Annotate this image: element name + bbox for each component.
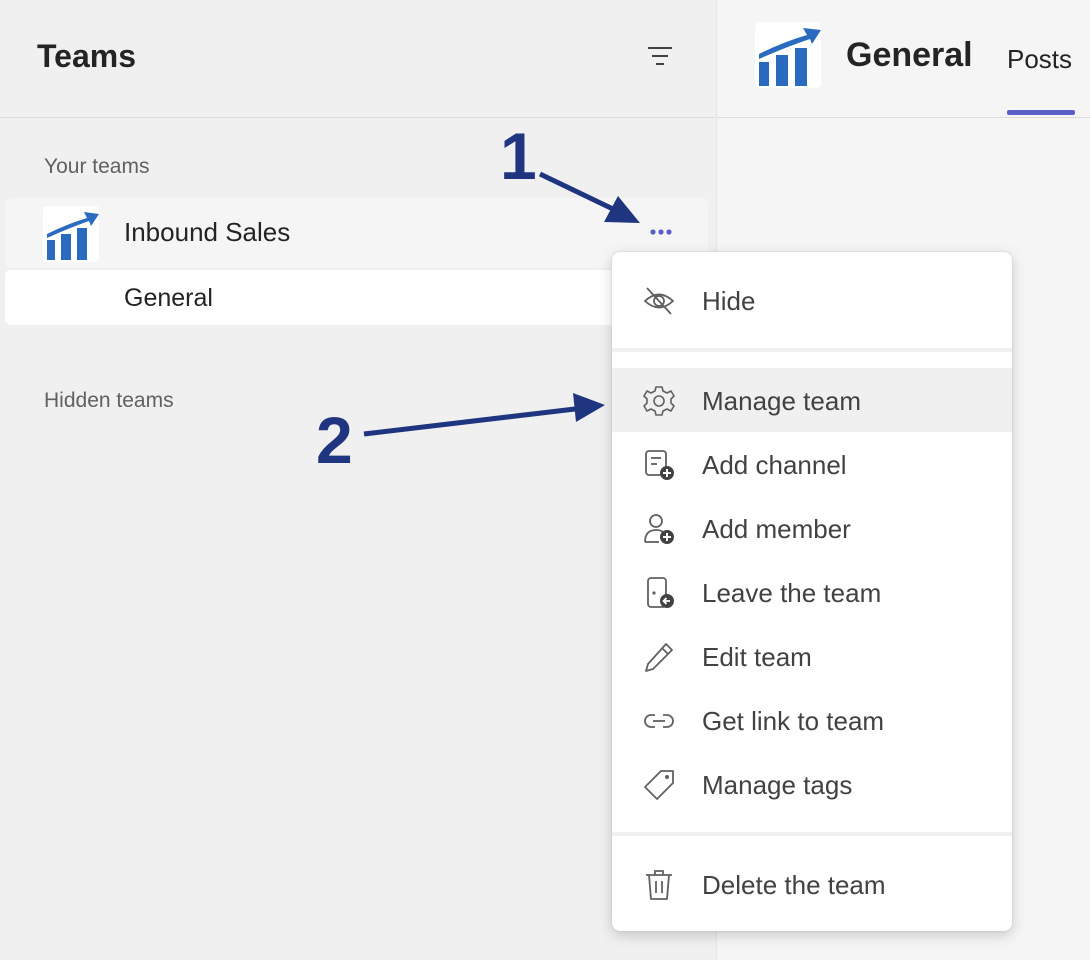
- add-channel-icon: [645, 450, 674, 480]
- menu-divider: [612, 832, 1012, 836]
- menu-label-delete-team: Delete the team: [702, 870, 886, 900]
- gear-icon: [643, 386, 675, 416]
- menu-label-edit-team: Edit team: [702, 642, 812, 672]
- annotation-step-2: 2: [316, 403, 353, 477]
- menu-item-edit-team[interactable]: Edit team: [612, 624, 1012, 688]
- team-logo-icon: [43, 206, 99, 262]
- your-teams-label: Your teams: [44, 155, 150, 178]
- teams-sidebar: Teams Your teams Inbound Sales General H…: [0, 0, 715, 960]
- team-name: Inbound Sales: [124, 217, 291, 247]
- menu-label-add-channel: Add channel: [702, 450, 847, 480]
- menu-label-manage-team: Manage team: [702, 386, 861, 416]
- active-tab-indicator: [1007, 110, 1075, 115]
- menu-item-leave-team[interactable]: Leave the team: [612, 560, 1012, 624]
- hidden-teams-label: Hidden teams: [44, 389, 174, 412]
- menu-item-add-channel[interactable]: Add channel: [612, 432, 1012, 496]
- channel-name: General: [124, 284, 213, 312]
- channel-row-general[interactable]: General: [5, 270, 645, 325]
- annotation-step-1: 1: [500, 119, 537, 193]
- trash-icon: [646, 870, 672, 900]
- filter-icon[interactable]: [646, 44, 674, 68]
- menu-label-hide: Hide: [702, 286, 756, 316]
- channel-header: General Posts: [717, 0, 1090, 118]
- menu-label-manage-tags: Manage tags: [702, 770, 853, 800]
- pencil-icon: [645, 643, 673, 672]
- link-icon: [644, 714, 674, 728]
- menu-label-get-link: Get link to team: [702, 706, 885, 736]
- sidebar-header: Teams: [0, 0, 715, 118]
- sidebar-title: Teams: [37, 38, 137, 74]
- menu-label-leave-team: Leave the team: [702, 578, 882, 608]
- menu-item-delete-team[interactable]: Delete the team: [612, 852, 1012, 916]
- more-options-icon[interactable]: [645, 224, 677, 240]
- channel-team-logo-icon: [755, 22, 821, 88]
- menu-label-add-member: Add member: [702, 514, 851, 544]
- team-context-menu: Hide Manage team Add channel Add member …: [612, 252, 1012, 931]
- menu-item-hide[interactable]: Hide: [612, 268, 1012, 332]
- eye-off-icon: [643, 287, 675, 315]
- menu-divider: [612, 348, 1012, 352]
- tag-icon: [644, 770, 674, 800]
- menu-item-get-link[interactable]: Get link to team: [612, 688, 1012, 752]
- add-member-icon: [644, 514, 674, 544]
- tab-posts[interactable]: Posts: [1007, 44, 1072, 75]
- menu-item-manage-team[interactable]: Manage team: [612, 368, 1012, 432]
- menu-item-manage-tags[interactable]: Manage tags: [612, 752, 1012, 816]
- leave-team-icon: [647, 577, 674, 608]
- channel-title: General: [846, 36, 973, 74]
- team-row-inbound-sales[interactable]: Inbound Sales: [5, 198, 708, 268]
- menu-item-add-member[interactable]: Add member: [612, 496, 1012, 560]
